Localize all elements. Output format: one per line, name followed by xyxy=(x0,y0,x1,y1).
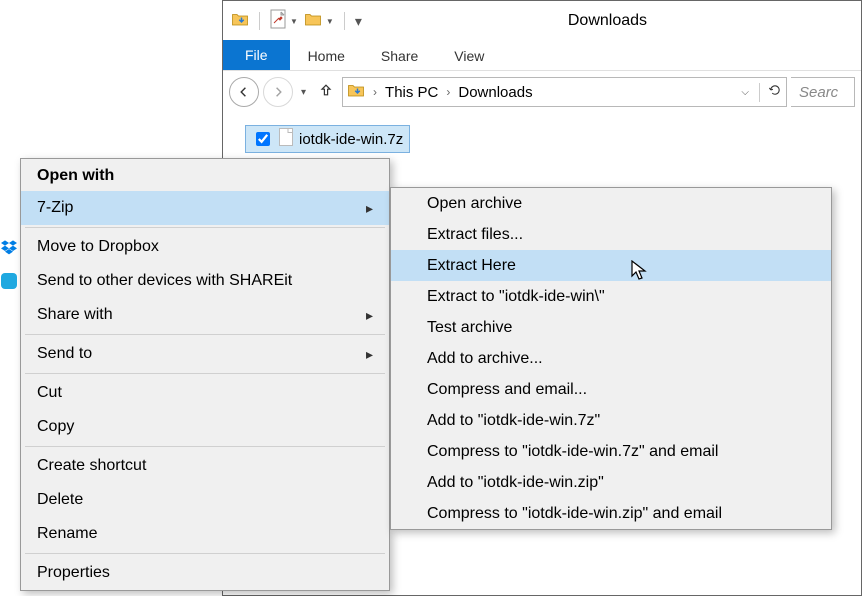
separator xyxy=(25,334,385,335)
ctx-sharewith[interactable]: Share with ▸ xyxy=(21,298,389,332)
ctx-copy[interactable]: Copy xyxy=(21,410,389,444)
titlebar: ▼ ▼ ▾ Downloads xyxy=(223,1,861,41)
file-item[interactable]: iotdk-ide-win.7z xyxy=(245,125,410,153)
ctx-dropbox[interactable]: Move to Dropbox xyxy=(21,230,389,264)
ribbon-tabs: File Home Share View xyxy=(223,41,861,71)
ctx-createshortcut[interactable]: Create shortcut xyxy=(21,449,389,483)
sub-compress-7z-email[interactable]: Compress to "iotdk-ide-win.7z" and email xyxy=(391,436,831,467)
chevron-right-icon: ▸ xyxy=(366,346,373,363)
address-history-button[interactable]: ⌵ xyxy=(737,87,753,98)
new-folder-icon[interactable] xyxy=(304,11,322,32)
address-bar[interactable]: › This PC › Downloads ⌵ xyxy=(342,77,787,107)
properties-icon[interactable] xyxy=(270,9,286,34)
up-button[interactable] xyxy=(314,78,338,107)
separator xyxy=(25,227,385,228)
refresh-button[interactable] xyxy=(759,83,782,102)
shareit-icon xyxy=(0,271,19,291)
quick-access-toolbar: ▼ ▼ ▾ xyxy=(231,9,362,34)
folder-icon xyxy=(347,82,365,103)
sub-add-to-zip[interactable]: Add to "iotdk-ide-win.zip" xyxy=(391,467,831,498)
submenu-7zip: Open archive Extract files... Extract He… xyxy=(390,187,832,530)
ribbon-tab-share[interactable]: Share xyxy=(363,42,436,70)
dropbox-icon xyxy=(0,237,19,257)
ribbon-tab-file[interactable]: File xyxy=(223,40,290,70)
window-title: Downloads xyxy=(362,12,853,30)
caret-icon[interactable]: ▼ xyxy=(290,17,298,26)
forward-button[interactable] xyxy=(263,77,293,107)
ribbon-tab-home[interactable]: Home xyxy=(290,42,363,70)
recent-locations-button[interactable]: ▾ xyxy=(297,87,310,98)
file-icon xyxy=(279,128,293,151)
cursor-icon xyxy=(631,260,649,282)
sub-compress-zip-email[interactable]: Compress to "iotdk-ide-win.zip" and emai… xyxy=(391,498,831,529)
sub-extract-files[interactable]: Extract files... xyxy=(391,219,831,250)
ctx-shareit[interactable]: Send to other devices with SHAREit xyxy=(21,264,389,298)
ctx-cut[interactable]: Cut xyxy=(21,376,389,410)
file-list: iotdk-ide-win.7z xyxy=(223,113,861,153)
back-button[interactable] xyxy=(229,77,259,107)
context-menu: Open with 7-Zip ▸ Move to Dropbox Send t… xyxy=(20,158,390,591)
chevron-right-icon[interactable]: › xyxy=(371,85,379,99)
ctx-properties[interactable]: Properties xyxy=(21,556,389,590)
sub-compress-email[interactable]: Compress and email... xyxy=(391,374,831,405)
search-input[interactable]: Searc xyxy=(791,77,855,107)
breadcrumb-thispc[interactable]: This PC xyxy=(385,84,438,101)
ctx-delete[interactable]: Delete xyxy=(21,483,389,517)
sub-add-to-archive[interactable]: Add to archive... xyxy=(391,343,831,374)
chevron-right-icon: ▸ xyxy=(366,307,373,324)
ctx-sendto[interactable]: Send to ▸ xyxy=(21,337,389,371)
file-name: iotdk-ide-win.7z xyxy=(299,131,403,148)
ctx-rename[interactable]: Rename xyxy=(21,517,389,551)
separator xyxy=(259,12,260,30)
sub-extract-to[interactable]: Extract to "iotdk-ide-win\" xyxy=(391,281,831,312)
sub-add-to-7z[interactable]: Add to "iotdk-ide-win.7z" xyxy=(391,405,831,436)
customize-qat[interactable]: ▾ xyxy=(355,13,362,30)
separator xyxy=(25,553,385,554)
context-menu-header: Open with xyxy=(21,159,389,191)
ribbon-tab-view[interactable]: View xyxy=(436,42,502,70)
sub-extract-here[interactable]: Extract Here xyxy=(391,250,831,281)
folder-icon xyxy=(231,11,249,32)
sub-test-archive[interactable]: Test archive xyxy=(391,312,831,343)
ctx-7zip[interactable]: 7-Zip ▸ xyxy=(21,191,389,225)
chevron-right-icon[interactable]: › xyxy=(444,85,452,99)
chevron-right-icon: ▸ xyxy=(366,200,373,217)
nav-bar: ▾ › This PC › Downloads ⌵ Searc xyxy=(223,71,861,113)
separator xyxy=(344,12,345,30)
separator xyxy=(25,446,385,447)
separator xyxy=(25,373,385,374)
file-checkbox[interactable] xyxy=(256,132,270,146)
breadcrumb-downloads[interactable]: Downloads xyxy=(458,84,532,101)
caret-icon[interactable]: ▼ xyxy=(326,17,334,26)
sub-open-archive[interactable]: Open archive xyxy=(391,188,831,219)
